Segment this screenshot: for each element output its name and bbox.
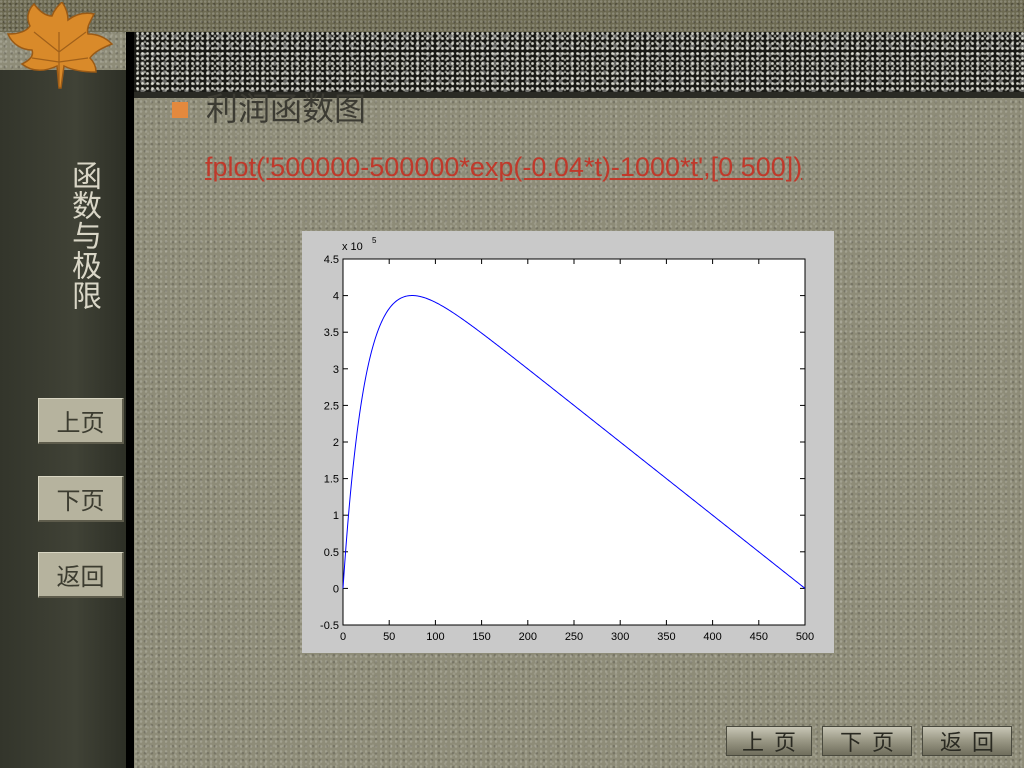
- slide-title: 利润函数图: [206, 90, 367, 128]
- x-tick-label: 100: [426, 631, 444, 643]
- x-tick-label: 350: [657, 631, 675, 643]
- matlab-figure: -0.5 0 0.5 1 1.5 2 2.5 3 3.5 4 4.5 0 50 100 150 200 250…: [302, 231, 834, 653]
- bottom-prev-page-button[interactable]: 上页: [726, 726, 812, 756]
- plot-area: [342, 258, 806, 626]
- y-tick-label: 3: [333, 364, 339, 376]
- y-axis-multiplier: x 10: [342, 241, 363, 253]
- x-tick-label: 200: [519, 631, 537, 643]
- bottom-next-page-button[interactable]: 下页: [822, 726, 912, 756]
- y-tick-label: 4.5: [324, 254, 339, 266]
- x-tick-label: 400: [703, 631, 721, 643]
- x-tick-label: 450: [750, 631, 768, 643]
- y-tick-label: 2: [333, 437, 339, 449]
- x-tick-label: 150: [472, 631, 490, 643]
- bottom-back-button[interactable]: 返回: [922, 726, 1012, 756]
- y-tick-label: 0.5: [324, 547, 339, 559]
- x-tick-label: 250: [565, 631, 583, 643]
- fplot-command-link[interactable]: fplot('500000-500000*exp(-0.04*t)-1000*t…: [205, 152, 802, 183]
- y-tick-label: -0.5: [320, 620, 339, 632]
- y-axis-multiplier-exponent: 5: [372, 236, 377, 245]
- y-tick-label: 0: [333, 583, 339, 595]
- x-tick-label: 0: [340, 631, 346, 643]
- sidebar-edge: [126, 32, 134, 768]
- x-tick-label: 300: [611, 631, 629, 643]
- x-tick-label: 500: [796, 631, 814, 643]
- sidebar-prev-page-button[interactable]: 上页: [38, 398, 124, 444]
- y-tick-label: 4: [333, 291, 339, 303]
- y-tick-label: 3.5: [324, 327, 339, 339]
- sidebar-next-page-button[interactable]: 下页: [38, 476, 124, 522]
- y-tick-label: 1.5: [324, 474, 339, 486]
- y-tick-label: 1: [333, 510, 339, 522]
- y-tick-label: 2.5: [324, 400, 339, 412]
- sidebar-title: 函数与极限: [66, 160, 101, 310]
- sidebar-back-button[interactable]: 返回: [38, 552, 124, 598]
- x-tick-label: 50: [383, 631, 395, 643]
- bullet-square-icon: [172, 102, 188, 118]
- top-frame: [0, 0, 1024, 32]
- maple-leaf-icon: [6, 2, 114, 89]
- profit-chart: -0.500.511.522.533.544.5 0 50 100 150 200 250…: [320, 236, 814, 643]
